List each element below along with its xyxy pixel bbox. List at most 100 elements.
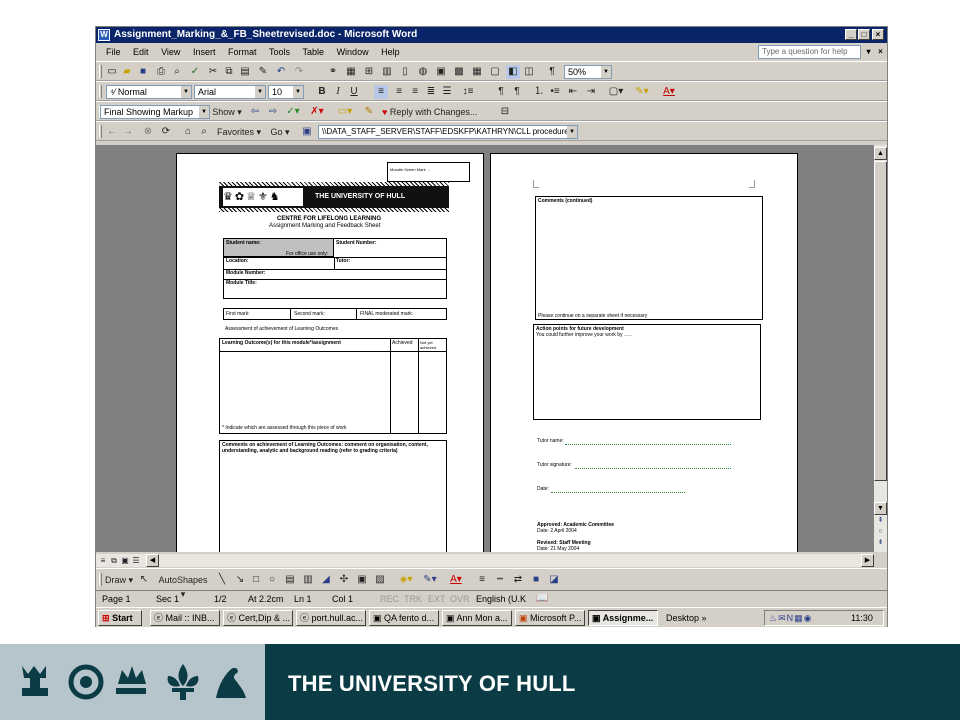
status-ovr[interactable]: OVR — [450, 591, 470, 607]
taskbar-button-ann[interactable]: ▣ Ann Mon a... — [442, 610, 512, 626]
horizontal-scrollbar[interactable]: ≡ ⧉ ▣ ☰ ◀ ▶ — [96, 554, 874, 567]
menu-format[interactable]: Format — [228, 43, 257, 61]
align-left-icon[interactable]: ≡ — [374, 85, 388, 99]
print-layout-icon[interactable]: ▣ — [120, 554, 130, 568]
wordart-icon[interactable]: ◢ — [320, 573, 332, 587]
copy-icon[interactable]: ⧉ — [222, 65, 236, 79]
decrease-indent-icon[interactable]: ⇤ — [566, 85, 580, 99]
line-style-icon[interactable]: ≡ — [476, 573, 488, 587]
bullets-icon[interactable]: •≡ — [548, 85, 562, 99]
favorites-menu[interactable]: Favorites ▾ — [214, 125, 264, 139]
markup-mode-select[interactable]: Final Showing Markup ▼ — [100, 105, 210, 119]
drawing-icon[interactable]: ◍ — [416, 65, 430, 79]
select-objects-icon[interactable]: ↖ — [138, 573, 150, 587]
insert-picture-icon[interactable]: ▨ — [374, 573, 386, 587]
scroll-left-icon[interactable]: ◀ — [146, 554, 159, 567]
insert-excel-icon[interactable]: ▥ — [380, 65, 394, 79]
distributed-icon[interactable]: ☰ — [440, 85, 454, 99]
scroll-up-icon[interactable]: ▲ — [874, 147, 887, 160]
save-icon[interactable]: ■ — [136, 65, 150, 79]
menu-window[interactable]: Window — [337, 43, 369, 61]
hyperlink-icon[interactable]: ⚭ — [326, 65, 340, 79]
border-icon[interactable]: ▢▾ — [608, 85, 624, 99]
shadow-style-icon[interactable]: ■ — [530, 573, 542, 587]
style-select[interactable]: ⁴⁄ Normal ▼ — [106, 85, 192, 99]
toolbar-grip[interactable] — [99, 65, 102, 78]
document-map-icon[interactable]: ▣ — [434, 65, 448, 79]
undo-icon[interactable]: ↶ — [274, 65, 288, 79]
zoom-select[interactable]: 50% ▼ — [564, 65, 612, 79]
scroll-thumb[interactable] — [874, 161, 887, 481]
align-center-icon[interactable]: ≡ — [392, 85, 406, 99]
grid-icon[interactable]: ▩ — [452, 65, 466, 79]
underline-icon[interactable]: U — [348, 85, 360, 99]
rectangle-icon[interactable]: □ — [250, 573, 262, 587]
increase-indent-icon[interactable]: ⇥ — [584, 85, 598, 99]
menu-file[interactable]: File — [106, 43, 121, 61]
line-spacing-icon[interactable]: ↕≡ — [458, 85, 478, 99]
fill-color-icon[interactable]: ◈▾ — [396, 573, 416, 587]
toolbar-grip[interactable] — [99, 85, 102, 98]
columns-icon[interactable]: ▯ — [398, 65, 412, 79]
go-menu[interactable]: Go ▾ — [268, 125, 292, 139]
chevron-down-icon[interactable]: ▼ — [199, 106, 209, 118]
print-icon[interactable]: ⎙ — [154, 65, 168, 79]
menu-help[interactable]: Help — [381, 43, 400, 61]
table-icon[interactable]: ▦ — [470, 65, 484, 79]
spelling-status-icon[interactable]: 📖 — [536, 591, 548, 607]
reading-layout-icon[interactable]: ◧ — [506, 65, 520, 79]
format-painter-icon[interactable]: ✎ — [256, 65, 270, 79]
textbox-icon[interactable]: ▤ — [284, 573, 296, 587]
status-rec[interactable]: REC — [380, 591, 399, 607]
spelling-icon[interactable]: ✓ — [188, 65, 202, 79]
forward-icon[interactable]: → — [122, 125, 134, 139]
print-preview-icon[interactable]: ⌕ — [170, 65, 184, 79]
accept-change-icon[interactable]: ✓▾ — [284, 105, 302, 119]
open-icon[interactable]: ▰ — [120, 65, 134, 79]
paste-icon[interactable]: ▤ — [238, 65, 252, 79]
outline-view-icon[interactable]: ☰ — [131, 554, 141, 568]
minimize-button[interactable]: _ — [845, 29, 857, 40]
home-icon[interactable]: ⌂ — [182, 125, 194, 139]
taskbar-button-powerpoint[interactable]: ▣ Microsoft P... — [515, 610, 585, 626]
autoshapes-menu[interactable]: AutoShapes ▾ — [156, 573, 210, 599]
frame-icon[interactable]: ▢ — [488, 65, 502, 79]
menu-tools[interactable]: Tools — [269, 43, 290, 61]
reviewing-pane-icon[interactable]: ⊟ — [498, 105, 512, 119]
3d-style-icon[interactable]: ◪ — [548, 573, 560, 587]
normal-view-icon[interactable]: ≡ — [98, 554, 108, 568]
diagram-icon[interactable]: ✣ — [338, 573, 350, 587]
numbering-icon[interactable]: ⒈ — [532, 85, 546, 99]
show-only-web-toolbar-icon[interactable]: ▣ — [300, 125, 314, 139]
document-area[interactable]: Moodle Sceen Mark → ♛✿♕⚜♞ THE UNIVERSITY… — [96, 145, 874, 552]
scroll-down-icon[interactable]: ▼ — [874, 502, 887, 515]
oval-icon[interactable]: ○ — [266, 573, 278, 587]
scroll-right-icon[interactable]: ▶ — [861, 554, 874, 567]
menu-insert[interactable]: Insert — [193, 43, 216, 61]
reject-change-icon[interactable]: ✗▾ — [308, 105, 326, 119]
document-page-2[interactable]: Comments (continued) Please continue on … — [490, 153, 798, 552]
document-page-1[interactable]: Moodle Sceen Mark → ♛✿♕⚜♞ THE UNIVERSITY… — [176, 153, 484, 552]
menu-edit[interactable]: Edit — [133, 43, 149, 61]
close-button[interactable]: × — [872, 29, 884, 40]
arrow-style-icon[interactable]: ⇄ — [512, 573, 524, 587]
dropdown-arrow-icon[interactable]: ▾ — [864, 47, 873, 58]
next-change-icon[interactable]: ⇨ — [266, 105, 280, 119]
font-select[interactable]: Arial ▼ — [194, 85, 266, 99]
cut-icon[interactable]: ✂ — [206, 65, 220, 79]
menu-view[interactable]: View — [161, 43, 180, 61]
word-app-icon[interactable]: W — [98, 29, 110, 41]
clip-art-icon[interactable]: ▣ — [356, 573, 368, 587]
new-comment-icon[interactable]: ▭▾ — [336, 105, 354, 119]
font-size-select[interactable]: 10 ▼ — [268, 85, 304, 99]
draw-menu[interactable]: Draw ▾ — [104, 573, 134, 587]
line-color-icon[interactable]: ✎▾ — [420, 573, 440, 587]
chevron-down-icon[interactable]: ▼ — [601, 66, 611, 78]
tables-borders-icon[interactable]: ▦ — [344, 65, 358, 79]
rtl-icon[interactable]: ¶ — [510, 85, 524, 99]
title-bar[interactable]: W Assignment_Marking_&_FB_Sheetrevised.d… — [96, 27, 887, 43]
dash-style-icon[interactable]: ┅ — [494, 573, 506, 587]
new-document-icon[interactable]: ▭ — [106, 65, 118, 79]
next-page-icon[interactable]: ⇟ — [874, 537, 887, 550]
ask-question-input[interactable]: Type a question for help — [758, 45, 861, 59]
